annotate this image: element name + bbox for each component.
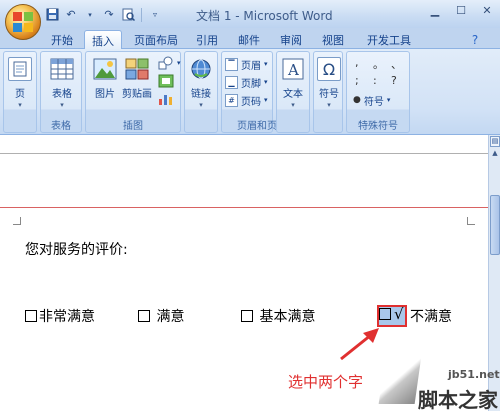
chevron-down-icon: ▾: [18, 101, 22, 109]
chevron-down-icon: ▾: [60, 101, 64, 109]
group-links: 链接 ▾: [184, 51, 218, 133]
tab-view[interactable]: 视图: [316, 30, 350, 49]
watermark-url: jb51.net: [448, 368, 500, 381]
watermark-name: 脚本之家: [418, 388, 498, 411]
symbol-semicolon[interactable]: ;: [355, 74, 359, 87]
margin-corner-right: [467, 217, 475, 225]
annotation-text: 选中两个字: [288, 373, 364, 391]
page-edge: [0, 153, 488, 154]
bullet-icon: ●: [353, 95, 361, 105]
globe-link-icon: [189, 57, 213, 81]
page-number-icon: #: [225, 93, 238, 107]
group-tables: 表格 ▾ 表格: [40, 51, 82, 133]
text-button[interactable]: A 文本 ▾: [277, 55, 309, 115]
group-text: A 文本 ▾: [276, 51, 310, 133]
qat-separator: [141, 7, 142, 22]
group-pages: 页 ▾: [3, 51, 37, 133]
group-header-footer: ▔ 页眉 ▾ ▁ 页脚 ▾ # 页码 ▾ 页眉和页脚: [221, 51, 287, 133]
textbox-icon: A: [281, 57, 305, 81]
tab-page-layout[interactable]: 页面布局: [128, 30, 184, 49]
office-logo-icon: [13, 12, 33, 32]
option-basically-satisfied[interactable]: 基本满意: [241, 306, 315, 326]
margin-corner-left: [13, 217, 21, 225]
page-number-button[interactable]: # 页码 ▾: [225, 92, 268, 108]
svg-text:A: A: [287, 61, 299, 79]
table-icon: [50, 57, 74, 81]
table-button[interactable]: 表格 ▾: [46, 55, 78, 115]
header-button[interactable]: ▔ 页眉 ▾: [225, 56, 268, 72]
tab-developer[interactable]: 开发工具: [360, 30, 418, 49]
symbol-enumeration-comma[interactable]: 、: [391, 56, 402, 72]
office-button[interactable]: [5, 4, 41, 40]
dropdown-icon[interactable]: ▾: [82, 7, 98, 23]
customize-qat-icon[interactable]: ▿: [147, 7, 163, 23]
pages-button[interactable]: 页 ▾: [4, 55, 36, 115]
option-very-satisfied[interactable]: 非常满意: [25, 306, 95, 326]
chevron-down-icon: ▾: [291, 101, 295, 109]
undo-icon[interactable]: ↶: [63, 7, 79, 23]
scroll-thumb[interactable]: [490, 195, 500, 255]
save-icon[interactable]: [44, 7, 60, 23]
picture-icon: [93, 57, 117, 81]
maximize-icon[interactable]: ☐: [448, 0, 474, 20]
checkbox-square-icon: [138, 310, 150, 322]
ribbon: 页 ▾ 表格 ▾ 表格 图片 剪贴画 ▾ 插图 链接 ▾ ▔ 页眉 ▾ ▁ 页脚…: [0, 49, 500, 135]
clipart-icon: [125, 57, 149, 81]
chevron-down-icon: ▾: [327, 101, 331, 109]
question-text[interactable]: 您对服务的评价:: [25, 239, 128, 259]
page-margin-line: [0, 207, 488, 208]
window-title: 文档 1 - Microsoft Word: [196, 9, 333, 23]
footer-button[interactable]: ▁ 页脚 ▾: [225, 74, 268, 90]
picture-button[interactable]: 图片: [89, 55, 121, 115]
help-icon[interactable]: ?: [468, 30, 482, 49]
redo-icon[interactable]: ↷: [101, 7, 117, 23]
chart-button[interactable]: [158, 91, 174, 107]
shapes-button[interactable]: ▾: [158, 55, 181, 71]
smartart-icon: [158, 74, 174, 88]
tab-mailings[interactable]: 邮件: [232, 30, 266, 49]
group-symbols: Ω 符号 ▾: [313, 51, 343, 133]
smartart-button[interactable]: [158, 73, 174, 89]
tab-insert[interactable]: 插入: [84, 30, 122, 50]
print-preview-icon[interactable]: [120, 7, 136, 23]
symbol-comma[interactable]: ,: [355, 56, 359, 69]
group-illustrations: 图片 剪贴画 ▾ 插图: [85, 51, 181, 133]
window-controls: ▁ ☐ ✕: [422, 0, 500, 20]
chart-icon: [159, 95, 172, 105]
symbol-colon[interactable]: :: [373, 74, 377, 87]
special-symbol-button[interactable]: ● 符号 ▾: [353, 92, 390, 108]
group-special-symbols: , 。 、 ; : ? ● 符号 ▾ 特殊符号: [346, 51, 410, 133]
check-mark[interactable]: √: [394, 305, 404, 323]
clipart-button[interactable]: 剪贴画: [120, 55, 154, 115]
tab-references[interactable]: 引用: [190, 30, 224, 49]
page-icon: [8, 57, 32, 81]
symbol-button[interactable]: Ω 符号 ▾: [313, 55, 345, 115]
tab-review[interactable]: 审阅: [274, 30, 308, 49]
checkbox-square-icon: [241, 310, 253, 322]
option-satisfied[interactable]: 满意: [138, 306, 184, 326]
symbol-period[interactable]: 。: [373, 56, 384, 72]
document-area[interactable]: 您对服务的评价: 非常满意 满意 基本满意 √ 不满意 选中两个字: [0, 135, 500, 411]
watermark-fold: [378, 356, 422, 404]
checkbox-square-icon: [25, 310, 37, 322]
checkbox-square-icon: [379, 308, 391, 320]
close-icon[interactable]: ✕: [474, 0, 500, 20]
chevron-down-icon: ▾: [199, 101, 203, 109]
symbol-question[interactable]: ?: [391, 74, 397, 87]
links-button[interactable]: 链接 ▾: [185, 55, 217, 115]
ruler-toggle-icon[interactable]: ▤: [490, 136, 500, 147]
tab-home[interactable]: 开始: [44, 30, 80, 49]
omega-icon: Ω: [317, 57, 341, 81]
header-icon: ▔: [225, 57, 238, 71]
ribbon-tabs: 开始 插入 页面布局 引用 邮件 审阅 视图 开发工具 ?: [0, 28, 500, 50]
minimize-icon[interactable]: ▁: [422, 0, 448, 20]
option-dissatisfied[interactable]: 不满意: [410, 306, 452, 326]
scroll-up-icon[interactable]: ▲: [489, 149, 500, 161]
shapes-icon: [158, 56, 173, 70]
footer-icon: ▁: [225, 75, 238, 89]
annotation-arrow-icon: [340, 328, 379, 361]
quick-access-toolbar: ↶ ▾ ↷ ▿: [44, 6, 163, 23]
title-bar: ↶ ▾ ↷ ▿ 文档 1 - Microsoft Word ▁ ☐ ✕: [0, 0, 500, 28]
